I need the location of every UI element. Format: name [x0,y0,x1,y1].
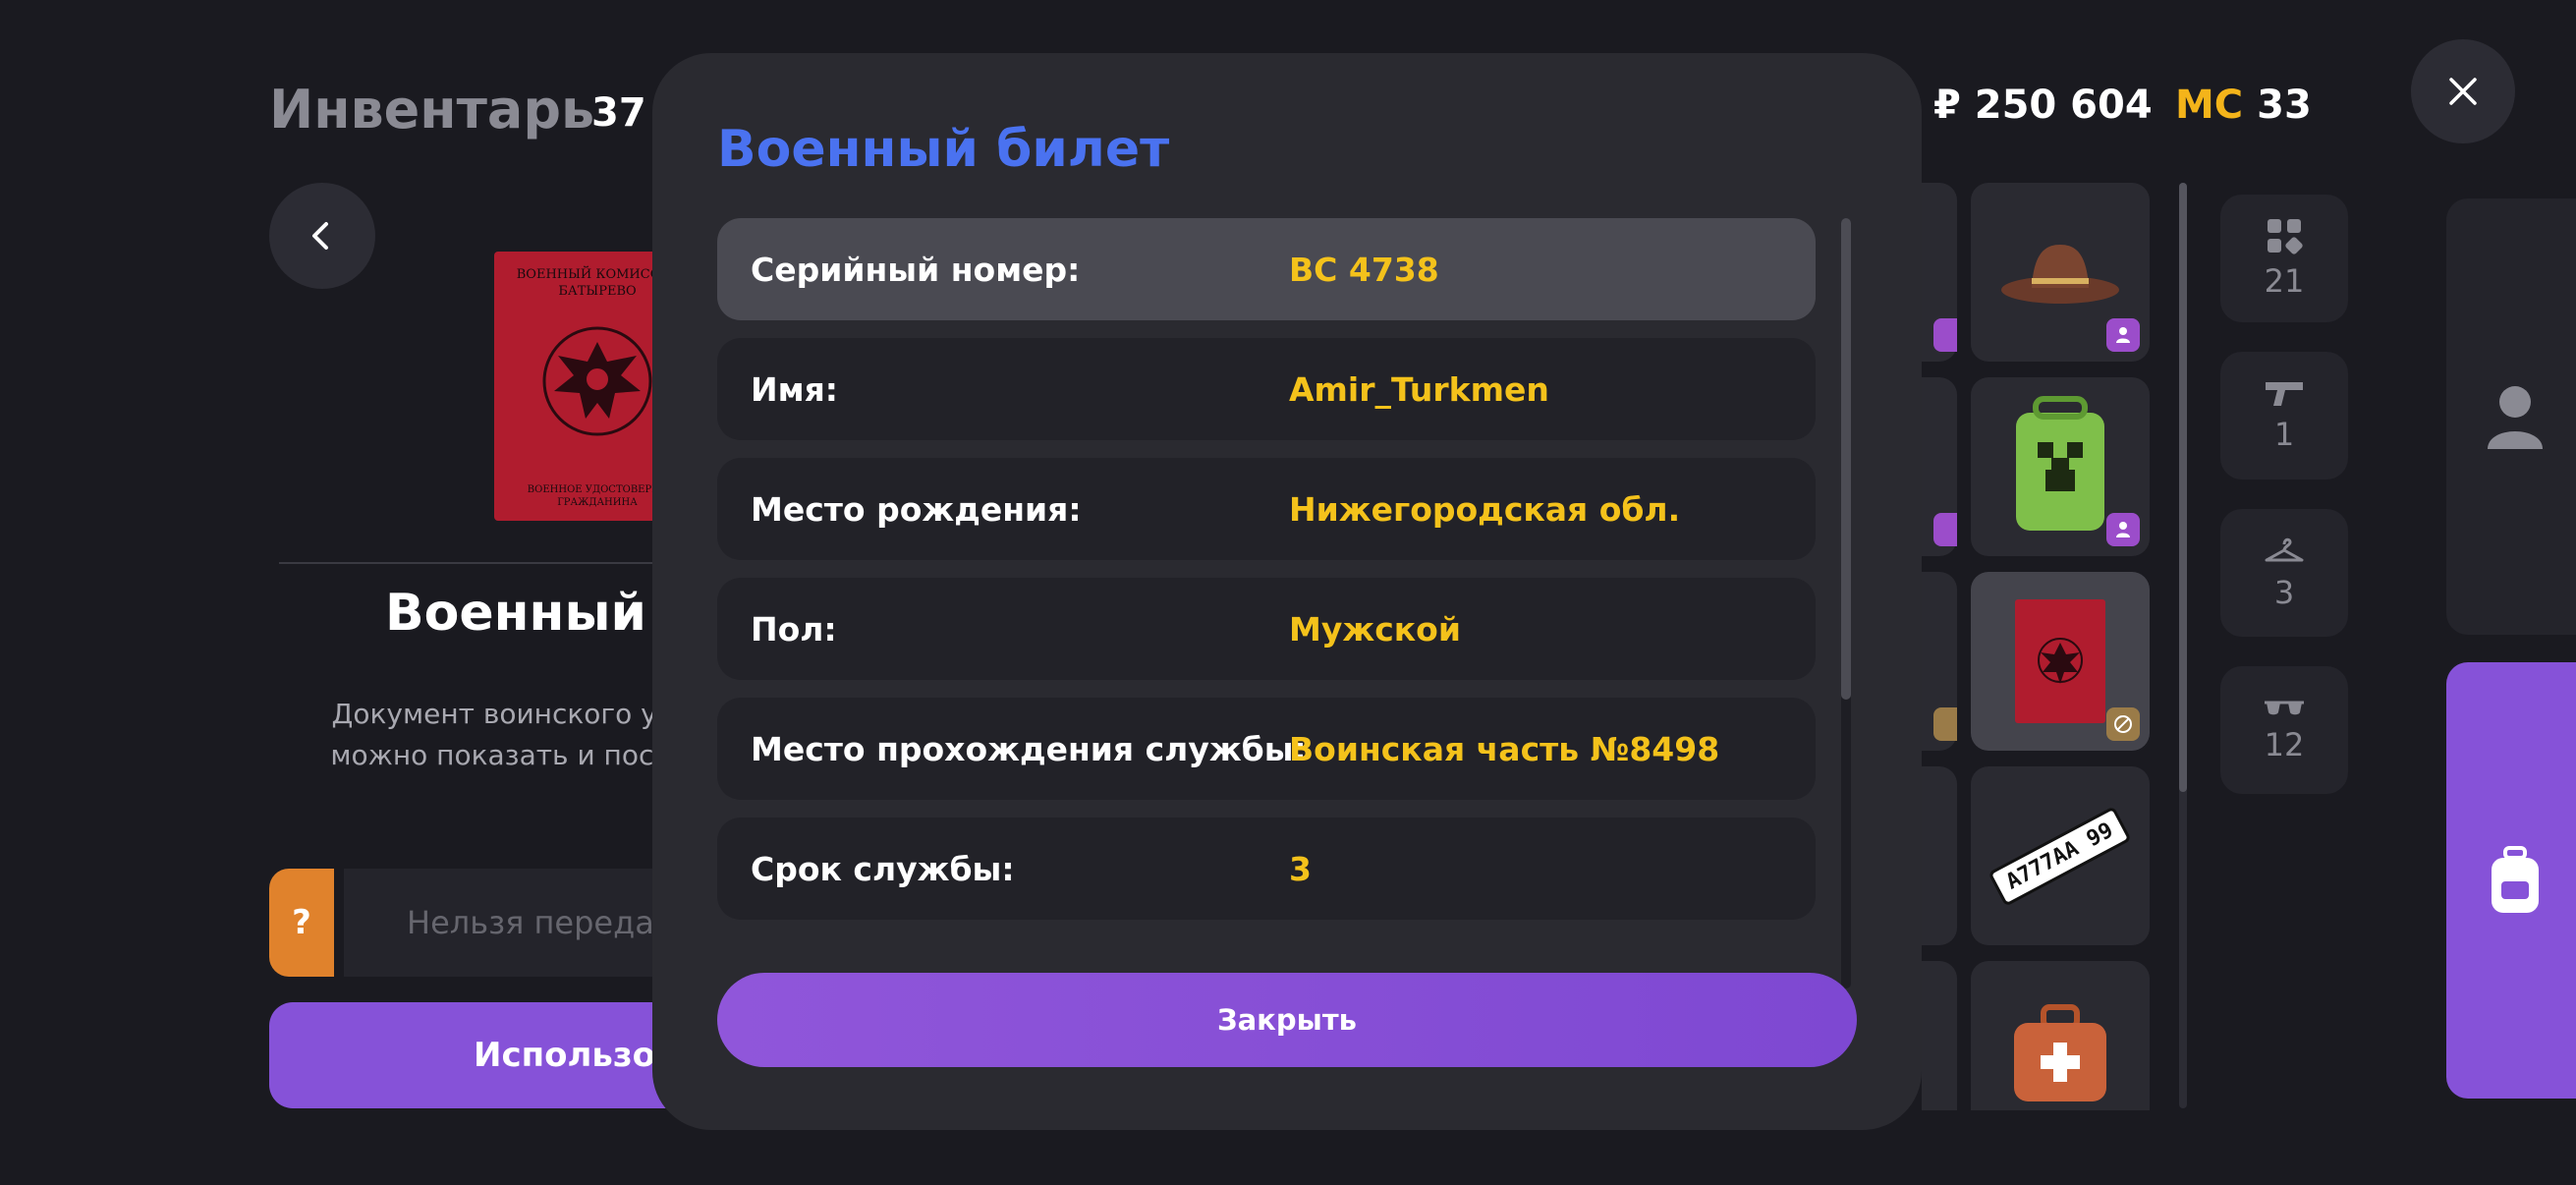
category-count: 3 [2273,574,2295,611]
mc-balance: MC 33 [2175,83,2312,128]
field-value: Мужской [1289,609,1461,649]
field-label: Пол: [751,609,837,649]
field-label: Место прохождения службы: [751,729,1307,768]
inventory-slot-hat[interactable] [1971,183,2150,362]
field-value: 3 [1289,849,1312,888]
money-balance: ₽ 250 604 [1933,83,2153,128]
field-row-service-place[interactable]: Место прохождения службы: Воинская часть… [717,698,1816,800]
help-button[interactable]: ? [269,869,334,977]
modal-title: Военный билет [717,120,1170,179]
close-icon [2449,78,2477,105]
category-count: 12 [2264,726,2305,763]
inventory-slot[interactable] [1922,183,1957,362]
eagle-emblem-icon [542,326,652,436]
inventory-slot-backpack[interactable] [1971,377,2150,556]
person-badge-icon [1933,513,1957,546]
tab-inventory[interactable] [2446,662,2576,1099]
field-label: Место рождения: [751,489,1082,529]
category-count: 1 [2273,416,2295,453]
person-badge-icon [1933,318,1957,352]
person-icon [2488,386,2543,449]
hanger-icon [2265,537,2304,562]
category-clothes[interactable]: 3 [2220,509,2348,637]
category-all[interactable]: 21 [2220,195,2348,322]
category-accessories[interactable]: 12 [2220,666,2348,794]
mc-label: MC [2175,83,2244,128]
pistol-icon [2266,382,2303,406]
military-id-modal: Военный билет Серийный номер: BC 4738 Им… [652,53,1922,1130]
chevron-left-icon [312,222,328,250]
field-label: Имя: [751,369,838,409]
field-label: Срок службы: [751,849,1015,888]
field-row-birthplace[interactable]: Место рождения: Нижегородская обл. [717,458,1816,560]
grid-icon [2268,219,2303,254]
transfer-status: Нельзя переда [344,869,698,977]
field-value: Нижегородская обл. [1289,489,1681,529]
close-inventory-button[interactable] [2411,39,2515,143]
creeper-backpack-icon [2016,396,2104,531]
block-badge-icon [1933,707,1957,741]
backpack-icon [2492,846,2539,913]
category-count: 21 [2264,262,2305,300]
field-row-gender[interactable]: Пол: Мужской [717,578,1816,680]
military-id-icon [2015,599,2105,723]
inventory-slot-military-id[interactable] [1971,572,2150,751]
inventory-slot[interactable] [1922,766,1957,945]
inventory-slot-license-plate[interactable]: А777АА 99 [1971,766,2150,945]
back-button[interactable] [269,183,375,289]
person-badge-icon [2106,513,2140,546]
field-value: Amir_Turkmen [1289,369,1549,409]
glasses-icon [2265,701,2304,715]
medkit-icon [2014,1004,2106,1101]
category-weapons[interactable]: 1 [2220,352,2348,480]
modal-close-button[interactable]: Закрыть [717,973,1857,1067]
field-row-serial[interactable]: Серийный номер: BC 4738 [717,218,1816,320]
modal-scrollbar-thumb[interactable] [1841,218,1851,700]
inventory-slot[interactable] [1922,572,1957,751]
inventory-title: Инвентарь [269,79,595,141]
inventory-scrollbar-thumb[interactable] [2179,183,2187,792]
field-row-service-term[interactable]: Срок службы: 3 [717,818,1816,920]
block-badge-icon [2106,707,2140,741]
inventory-slot[interactable] [1922,961,1957,1110]
person-badge-icon [2106,318,2140,352]
inventory-slot[interactable] [1922,377,1957,556]
field-value: BC 4738 [1289,250,1439,289]
field-label: Серийный номер: [751,250,1081,289]
inventory-slot-medkit[interactable] [1971,961,2150,1110]
mc-value: 33 [2257,83,2312,128]
tab-character[interactable] [2446,198,2576,635]
use-button[interactable]: Использов [269,1002,701,1108]
field-value: Воинская часть №8498 [1289,729,1720,768]
license-plate-icon: А777АА 99 [1988,805,2133,907]
field-row-name[interactable]: Имя: Amir_Turkmen [717,338,1816,440]
cowboy-hat-icon [2001,245,2119,304]
divider [279,562,672,564]
